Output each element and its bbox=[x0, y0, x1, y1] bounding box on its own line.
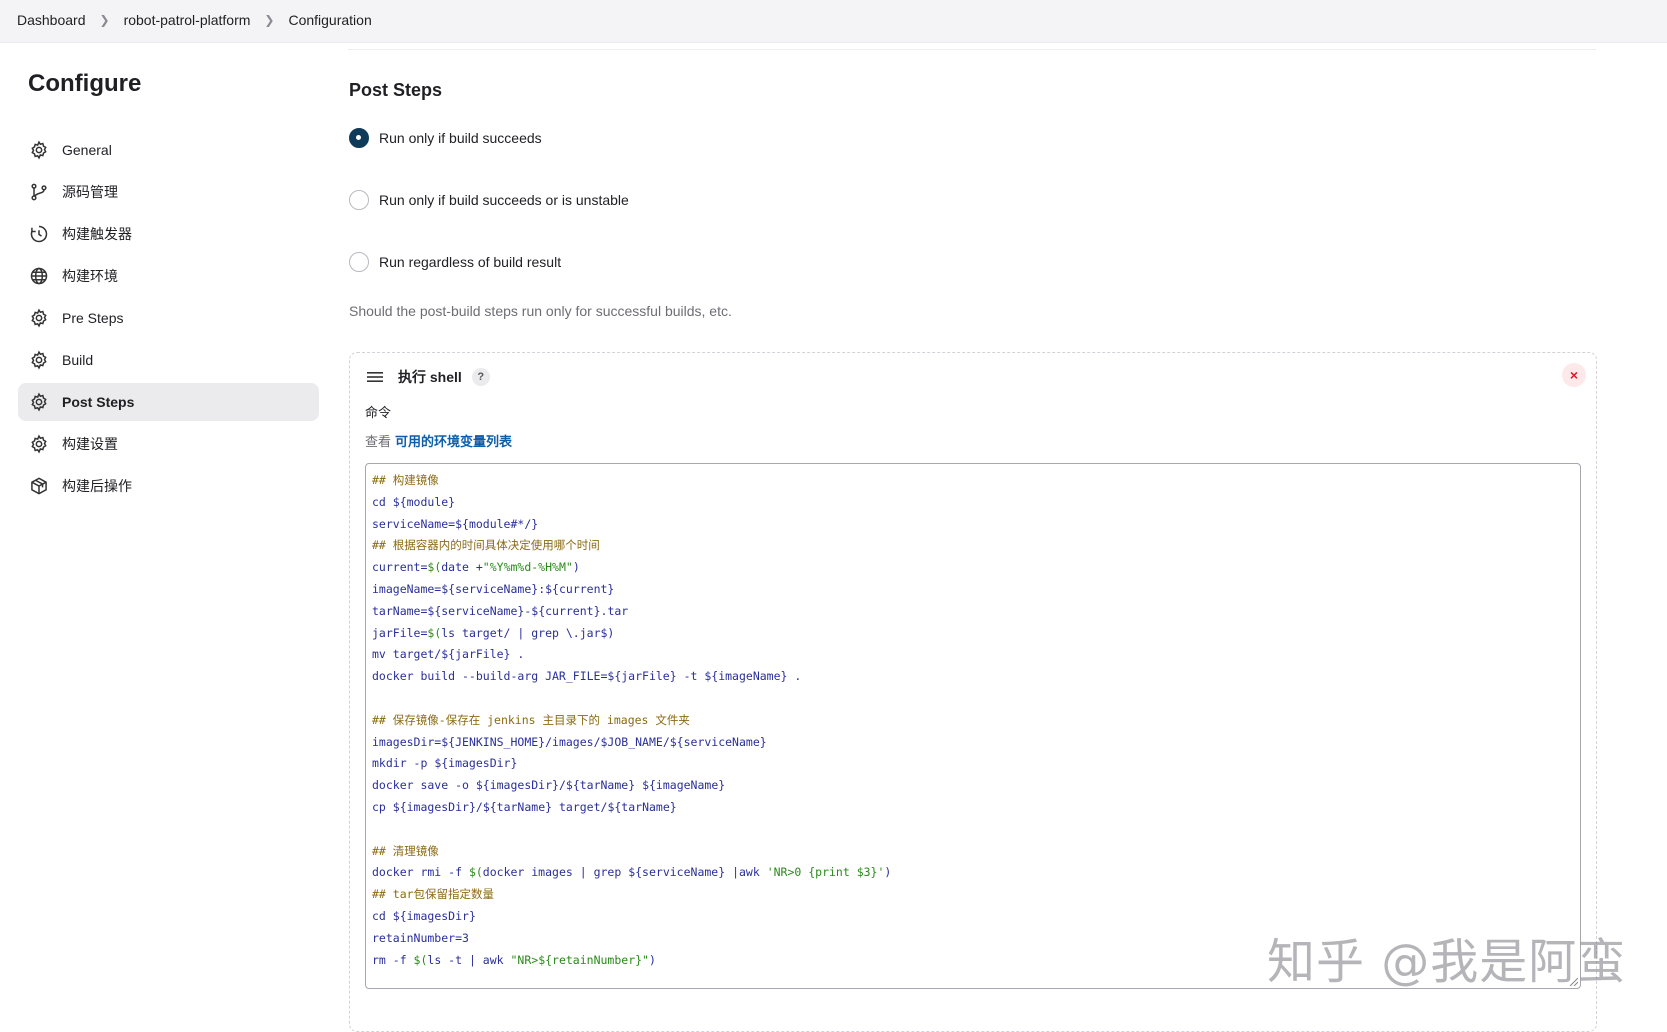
divider bbox=[348, 49, 1596, 50]
branch-icon bbox=[29, 182, 49, 202]
breadcrumb-dashboard[interactable]: Dashboard bbox=[17, 12, 86, 28]
sidebar-item-7[interactable]: 构建设置 bbox=[18, 425, 319, 463]
gear-icon bbox=[29, 350, 49, 370]
radio-button[interactable] bbox=[349, 128, 369, 148]
post-steps-help-text: Should the post-build steps run only for… bbox=[349, 303, 732, 319]
radio-button[interactable] bbox=[349, 190, 369, 210]
sidebar-item-3[interactable]: 构建环境 bbox=[18, 257, 319, 295]
watermark: 知乎 @我是阿蛮 bbox=[1267, 934, 1627, 990]
chevron-right-icon: ❯ bbox=[99, 13, 110, 27]
gear-icon bbox=[29, 140, 49, 160]
gear-icon bbox=[29, 434, 49, 454]
radio-label: Run regardless of build result bbox=[379, 254, 562, 270]
sidebar-item-label: 构建环境 bbox=[62, 268, 118, 284]
post-steps-radio-option-2[interactable]: Run regardless of build result bbox=[349, 252, 561, 272]
code-line: ## 保存镜像-保存在 jenkins 主目录下的 images 文件夹 bbox=[372, 712, 690, 727]
delete-step-button[interactable]: × bbox=[1562, 363, 1586, 387]
radio-button[interactable] bbox=[349, 252, 369, 272]
post-steps-radio-option-1[interactable]: Run only if build succeeds or is unstabl… bbox=[349, 190, 629, 210]
code-line: docker build --build-arg JAR_FILE=${jarF… bbox=[372, 669, 802, 684]
code-line: ## 清理镜像 bbox=[372, 843, 439, 858]
code-line: imagesDir=${JENKINS_HOME}/images/$JOB_NA… bbox=[372, 734, 767, 749]
chevron-right-icon: ❯ bbox=[264, 13, 275, 27]
help-button[interactable]: ? bbox=[471, 368, 490, 386]
drag-handle-icon[interactable] bbox=[366, 368, 384, 386]
code-line: serviceName=${module#*/} bbox=[372, 516, 539, 531]
code-line: docker rmi -f $(docker images | grep ${s… bbox=[372, 865, 892, 880]
globe-icon bbox=[29, 266, 49, 286]
breadcrumb-configuration[interactable]: Configuration bbox=[288, 12, 371, 28]
env-vars-prefix: 查看 bbox=[365, 434, 392, 449]
code-line: ## 根据容器内的时间具体决定使用哪个时间 bbox=[372, 538, 600, 553]
code-line: ## tar包保留指定数量 bbox=[372, 887, 495, 902]
sidebar-item-label: Pre Steps bbox=[62, 310, 124, 326]
code-line: current=$(date +"%Y%m%d-%H%M") bbox=[372, 560, 580, 575]
sidebar-item-label: 源码管理 bbox=[62, 184, 118, 200]
gear-icon bbox=[29, 308, 49, 328]
code-line: mkdir -p ${imagesDir} bbox=[372, 756, 518, 771]
sidebar-item-0[interactable]: General bbox=[18, 131, 319, 169]
sidebar-item-6[interactable]: Post Steps bbox=[18, 383, 319, 421]
sidebar-item-label: 构建触发器 bbox=[62, 226, 132, 242]
sidebar-item-label: Build bbox=[62, 352, 94, 368]
command-label: 命令 bbox=[365, 405, 392, 420]
env-vars-link[interactable]: 可用的环境变量列表 bbox=[395, 434, 512, 449]
sidebar-item-4[interactable]: Pre Steps bbox=[18, 299, 319, 337]
sidebar-item-2[interactable]: 构建触发器 bbox=[18, 215, 319, 253]
code-line: mv target/${jarFile} . bbox=[372, 647, 525, 662]
shell-step-header: 执行 shell ? bbox=[366, 367, 490, 387]
package-icon bbox=[29, 476, 49, 496]
command-textarea[interactable]: ## 构建镜像 cd ${module} serviceName=${module#… bbox=[365, 463, 1581, 989]
post-steps-radio-option-0[interactable]: Run only if build succeeds bbox=[349, 128, 542, 148]
sidebar: General 源码管理构建触发器构建环境 Pre Steps Build Post S… bbox=[18, 131, 319, 509]
breadcrumb: Dashboard ❯ robot-patrol-platform ❯ Conf… bbox=[17, 12, 372, 28]
radio-label: Run only if build succeeds bbox=[379, 130, 542, 146]
sidebar-item-5[interactable]: Build bbox=[18, 341, 319, 379]
gear-icon bbox=[29, 392, 49, 412]
env-vars-line: 查看 可用的环境变量列表 bbox=[365, 431, 512, 450]
code-line: imageName=${serviceName}:${current} bbox=[372, 581, 615, 596]
radio-label: Run only if build succeeds or is unstabl… bbox=[379, 192, 629, 208]
sidebar-item-8[interactable]: 构建后操作 bbox=[18, 467, 319, 505]
section-title: Post Steps bbox=[349, 80, 443, 100]
code-line: cp ${imagesDir}/${tarName} target/${tarN… bbox=[372, 799, 677, 814]
code-line: ## 构建镜像 bbox=[372, 473, 439, 487]
sidebar-item-label: 构建设置 bbox=[62, 436, 118, 452]
top-bar: Dashboard ❯ robot-patrol-platform ❯ Conf… bbox=[0, 0, 1667, 43]
code-line: jarFile=$(ls target/ | grep \.jar$) bbox=[372, 625, 615, 640]
sidebar-item-label: General bbox=[62, 142, 112, 158]
breadcrumb-project[interactable]: robot-patrol-platform bbox=[124, 12, 251, 28]
clock-icon bbox=[29, 224, 49, 244]
code-line: tarName=${serviceName}-${current}.tar bbox=[372, 603, 629, 618]
code-line: cd ${module} bbox=[372, 494, 456, 509]
shell-step-title: 执行 shell bbox=[398, 369, 462, 385]
sidebar-item-label: Post Steps bbox=[62, 394, 135, 410]
code-line: docker save -o ${imagesDir}/${tarName} $… bbox=[372, 778, 726, 793]
sidebar-item-label: 构建后操作 bbox=[62, 478, 132, 494]
sidebar-item-1[interactable]: 源码管理 bbox=[18, 173, 319, 211]
page-title: Configure bbox=[28, 70, 142, 97]
